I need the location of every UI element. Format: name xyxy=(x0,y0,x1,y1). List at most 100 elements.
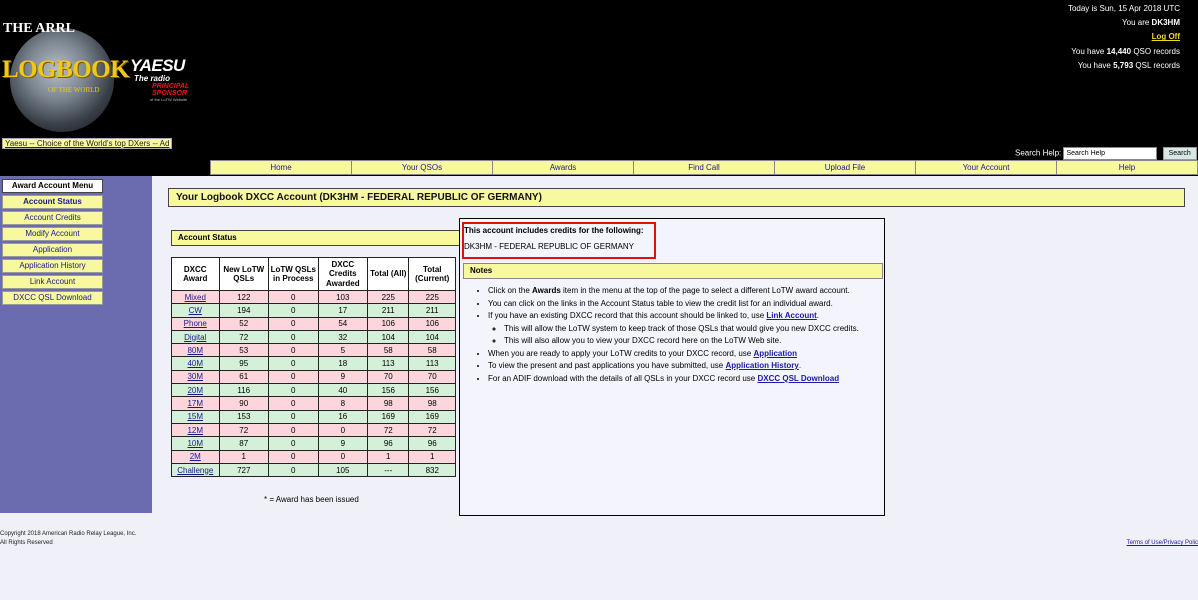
menu-application-history[interactable]: Application History xyxy=(2,259,103,273)
menu-account-status[interactable]: Account Status xyxy=(2,195,103,209)
cell-total-all: 106 xyxy=(367,316,410,331)
note-item: To view the present and past application… xyxy=(488,360,904,373)
menu-modify-account[interactable]: Modify Account xyxy=(2,227,103,241)
award-link[interactable]: 40M xyxy=(187,359,203,368)
cell-award: 2M xyxy=(171,449,220,464)
cell-award: 10M xyxy=(171,436,220,451)
application-history-link[interactable]: Application History xyxy=(725,361,798,370)
table-row: 80M 53 0 5 58 58 xyxy=(171,343,456,358)
search-input[interactable] xyxy=(1063,147,1158,160)
cell-credits-awarded: 103 xyxy=(317,289,369,305)
cell-new-qsls: 116 xyxy=(218,383,270,398)
table-row: 15M 153 0 16 169 169 xyxy=(171,409,456,424)
qso-prefix: You have xyxy=(1071,46,1105,56)
award-link[interactable]: 30M xyxy=(187,372,203,381)
cell-total-current: 72 xyxy=(408,422,456,438)
rights-reserved: All Rights Reserved xyxy=(0,540,53,546)
terms-privacy-link[interactable]: Terms of Use/Privacy Polic xyxy=(1127,540,1198,546)
sponsor-ad-link[interactable]: Yaesu -- Choice of the World's top DXers… xyxy=(2,138,173,149)
cell-award: 17M xyxy=(171,396,220,411)
cell-award: 15M xyxy=(171,409,220,424)
cell-in-process: 0 xyxy=(268,369,319,385)
table-row: 10M 87 0 9 96 96 xyxy=(171,436,456,451)
search-button[interactable]: Search xyxy=(1162,147,1197,160)
nav-find-call[interactable]: Find Call xyxy=(633,160,774,175)
cell-credits-awarded: 9 xyxy=(317,369,369,385)
cell-total-current: 104 xyxy=(408,329,456,345)
table-row: 20M 116 0 40 156 156 xyxy=(171,383,456,398)
cell-new-qsls: 72 xyxy=(218,329,270,345)
award-link[interactable]: 12M xyxy=(187,426,203,435)
cell-credits-awarded: 105 xyxy=(317,462,369,478)
cell-new-qsls: 52 xyxy=(218,316,270,331)
application-link[interactable]: Application xyxy=(753,349,797,358)
note-text: Click on the xyxy=(488,286,533,295)
cell-total-current: 169 xyxy=(408,409,456,424)
logoff-link[interactable]: Log Off xyxy=(1152,32,1180,41)
cell-total-all: 104 xyxy=(367,329,410,345)
menu-link-account[interactable]: Link Account xyxy=(2,275,103,289)
award-link[interactable]: Digital xyxy=(184,333,206,342)
note-bold: Awards xyxy=(532,286,561,295)
award-link[interactable]: CW xyxy=(189,306,202,315)
award-link[interactable]: Challenge xyxy=(177,466,213,475)
cell-total-current: 70 xyxy=(408,369,456,385)
cell-total-current: 225 xyxy=(408,289,456,305)
cell-new-qsls: 194 xyxy=(218,303,270,318)
menu-application[interactable]: Application xyxy=(2,243,103,257)
cell-total-all: 1 xyxy=(367,449,410,464)
cell-new-qsls: 95 xyxy=(218,356,270,371)
award-link[interactable]: Mixed xyxy=(185,293,206,302)
award-link[interactable]: Phone xyxy=(184,319,207,328)
award-link[interactable]: 20M xyxy=(187,386,203,395)
account-status-heading: Account Status xyxy=(171,230,462,246)
cell-total-all: 72 xyxy=(367,422,410,438)
cell-in-process: 0 xyxy=(268,449,319,464)
nav-your-qsos[interactable]: Your QSOs xyxy=(351,160,492,175)
link-account-link[interactable]: Link Account xyxy=(766,311,816,320)
award-link[interactable]: 80M xyxy=(187,346,203,355)
table-row: Phone 52 0 54 106 106 xyxy=(171,316,456,331)
award-link[interactable]: 17M xyxy=(187,399,203,408)
note-text: To view the present and past application… xyxy=(488,361,726,370)
cell-total-current: 96 xyxy=(408,436,456,451)
logo-main-text: LOGBOOK xyxy=(2,56,130,83)
note-item: If you have an existing DXCC record that… xyxy=(488,310,904,348)
lotw-logo[interactable]: THE ARRL LOGBOOK OF THE WORLD xyxy=(0,18,130,136)
logo-top-text: THE ARRL xyxy=(3,21,75,36)
you-are-line: You are DK3HM xyxy=(1068,16,1180,30)
user-info: Today is Sun, 15 Apr 2018 UTC You are DK… xyxy=(1068,2,1180,73)
nav-awards[interactable]: Awards xyxy=(492,160,633,175)
cell-in-process: 0 xyxy=(268,396,319,411)
cell-total-all: 225 xyxy=(367,289,410,305)
nav-home[interactable]: Home xyxy=(210,160,351,175)
cell-total-current: 211 xyxy=(408,303,456,318)
cell-in-process: 0 xyxy=(268,356,319,371)
cell-award: Phone xyxy=(171,316,220,331)
sponsor-brand: YAESU xyxy=(130,56,185,75)
nav-your-account[interactable]: Your Account xyxy=(915,160,1056,175)
cell-award: 80M xyxy=(171,343,220,358)
note-text: . xyxy=(798,361,802,370)
menu-account-credits[interactable]: Account Credits xyxy=(2,211,103,225)
cell-credits-awarded: 17 xyxy=(317,303,369,318)
qso-count: 14,440 xyxy=(1106,46,1132,56)
cell-in-process: 0 xyxy=(268,303,319,318)
nav-help[interactable]: Help xyxy=(1056,160,1198,175)
cell-in-process: 0 xyxy=(268,462,319,478)
dxcc-qsl-download-link[interactable]: DXCC QSL Download xyxy=(757,374,839,383)
nav-upload-file[interactable]: Upload File xyxy=(774,160,915,175)
award-link[interactable]: 10M xyxy=(187,439,203,448)
cell-award: CW xyxy=(171,303,220,318)
cell-total-current: 58 xyxy=(408,343,456,358)
award-link[interactable]: 15M xyxy=(187,412,203,421)
date-line: Today is Sun, 15 Apr 2018 UTC xyxy=(1067,4,1180,13)
you-are-label: You are xyxy=(1122,18,1150,28)
menu-title: Award Account Menu xyxy=(2,179,103,193)
table-row: Mixed 122 0 103 225 225 xyxy=(171,289,456,305)
cell-credits-awarded: 5 xyxy=(317,343,369,358)
award-link[interactable]: 2M xyxy=(190,452,201,461)
table-row: 30M 61 0 9 70 70 xyxy=(171,369,456,385)
sponsor-logo[interactable]: YAESU The radio PRINCIPAL SPONSOR of the… xyxy=(130,56,210,102)
menu-dxcc-qsl-download[interactable]: DXCC QSL Download xyxy=(2,291,103,305)
